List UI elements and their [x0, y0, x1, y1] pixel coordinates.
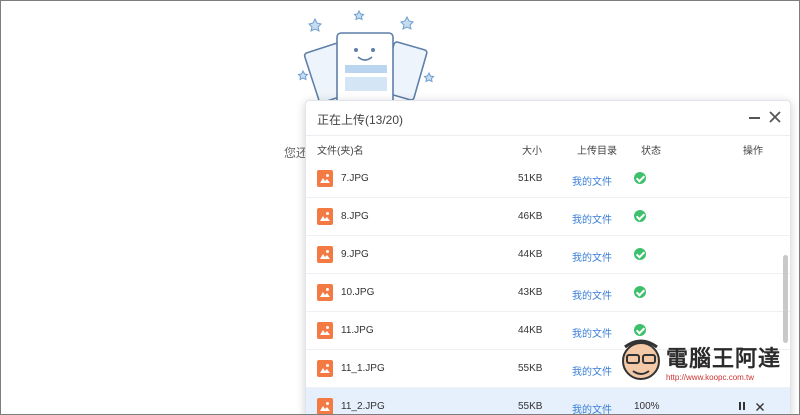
status-done — [634, 172, 646, 184]
file-name: 7.JPG — [341, 173, 369, 184]
file-name: 10.JPG — [341, 287, 375, 298]
image-file-icon — [317, 398, 333, 414]
status-done — [634, 286, 646, 298]
file-size: 51KB — [518, 173, 543, 184]
column-size: 大小 — [522, 146, 542, 157]
upload-row[interactable]: 9.JPG 44KB 我的文件 — [306, 236, 790, 274]
upload-dir-link[interactable]: 我的文件 — [572, 401, 612, 414]
upload-dir-link[interactable]: 我的文件 — [572, 249, 612, 264]
watermark-text: 電腦王阿達 — [666, 347, 782, 372]
upload-row[interactable]: 8.JPG 46KB 我的文件 — [306, 198, 790, 236]
status-done — [634, 248, 646, 260]
file-name: 11.JPG — [341, 325, 374, 336]
column-dir: 上传目录 — [577, 146, 617, 157]
status-done — [634, 210, 646, 222]
image-file-icon — [317, 208, 333, 225]
status-done — [634, 324, 646, 336]
empty-state-text: 您还 — [284, 146, 306, 160]
file-size: 55KB — [518, 363, 543, 374]
pause-icon[interactable] — [736, 400, 748, 412]
empty-files-illustration — [297, 9, 435, 111]
upload-panel-title: 正在上传(13/20) — [317, 113, 404, 127]
upload-dir-link[interactable]: 我的文件 — [572, 325, 612, 340]
image-file-icon — [317, 246, 333, 263]
upload-progress-text: 100% — [634, 401, 660, 412]
upload-row[interactable]: 7.JPG 51KB 我的文件 — [306, 160, 790, 198]
app-window: 您还 正在上传(13/20) 文件(夹)名 大小 上传目录 状态 操作 7.JP… — [0, 0, 800, 415]
file-name: 9.JPG — [341, 249, 369, 260]
check-circle-icon — [634, 172, 646, 184]
upload-panel-header: 正在上传(13/20) — [306, 101, 790, 136]
file-name: 8.JPG — [341, 211, 369, 222]
file-size: 43KB — [518, 287, 543, 298]
column-action: 操作 — [743, 146, 763, 157]
minimize-icon[interactable] — [747, 109, 763, 125]
upload-dir-link[interactable]: 我的文件 — [572, 211, 612, 226]
column-name: 文件(夹)名 — [317, 146, 364, 157]
upload-dir-link[interactable]: 我的文件 — [572, 173, 612, 188]
upload-dir-link[interactable]: 我的文件 — [572, 363, 612, 378]
image-file-icon — [317, 284, 333, 301]
file-name: 11_1.JPG — [341, 363, 385, 374]
file-size: 55KB — [518, 401, 543, 412]
scrollbar[interactable] — [783, 255, 788, 343]
file-size: 44KB — [518, 249, 543, 260]
close-icon[interactable] — [767, 109, 783, 125]
column-status: 状态 — [641, 146, 661, 157]
file-name: 11_2.JPG — [341, 401, 385, 412]
image-file-icon — [317, 360, 333, 377]
image-file-icon — [317, 170, 333, 187]
image-file-icon — [317, 322, 333, 339]
cancel-icon[interactable] — [754, 400, 766, 412]
check-circle-icon — [634, 286, 646, 298]
upload-row[interactable]: 10.JPG 43KB 我的文件 — [306, 274, 790, 312]
check-circle-icon — [634, 210, 646, 222]
upload-dir-link[interactable]: 我的文件 — [572, 287, 612, 302]
check-circle-icon — [634, 248, 646, 260]
file-size: 44KB — [518, 325, 543, 336]
column-header: 文件(夹)名 大小 上传目录 状态 操作 — [306, 136, 790, 160]
file-size: 46KB — [518, 211, 543, 222]
watermark-url: http://www.koopc.com.tw — [666, 373, 755, 382]
check-circle-icon — [634, 324, 646, 336]
